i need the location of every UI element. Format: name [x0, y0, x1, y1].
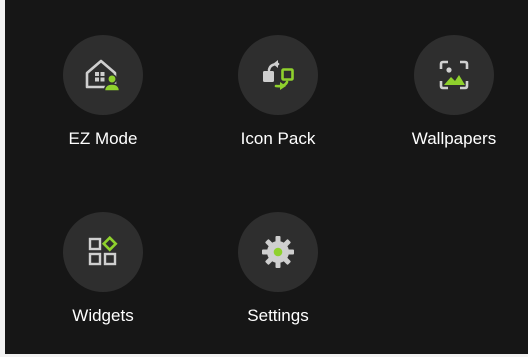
- house-user-icon: [81, 53, 125, 97]
- gear-icon: [256, 230, 300, 274]
- ez-mode-icon-circle: [63, 35, 143, 115]
- wallpapers-icon-circle: [414, 35, 494, 115]
- wallpapers-button[interactable]: Wallpapers: [389, 35, 519, 155]
- icon-pack-icon-circle: [238, 35, 318, 115]
- icon-swap-icon: [256, 53, 300, 97]
- icon-pack-button[interactable]: Icon Pack: [213, 35, 343, 155]
- settings-button[interactable]: Settings: [213, 212, 343, 332]
- settings-label: Settings: [247, 306, 309, 325]
- widgets-label: Widgets: [72, 306, 134, 325]
- menu-panel: EZ Mode Icon Pack Wallpapers Widgets Set…: [0, 0, 528, 357]
- widgets-button[interactable]: Widgets: [38, 212, 168, 332]
- ez-mode-button[interactable]: EZ Mode: [38, 35, 168, 155]
- wallpaper-image-icon: [432, 53, 476, 97]
- wallpapers-label: Wallpapers: [411, 129, 497, 148]
- widgets-icon-circle: [63, 212, 143, 292]
- icon-pack-label: Icon Pack: [240, 129, 316, 148]
- ez-mode-label: EZ Mode: [68, 129, 138, 148]
- widgets-grid-icon: [81, 230, 125, 274]
- settings-icon-circle: [238, 212, 318, 292]
